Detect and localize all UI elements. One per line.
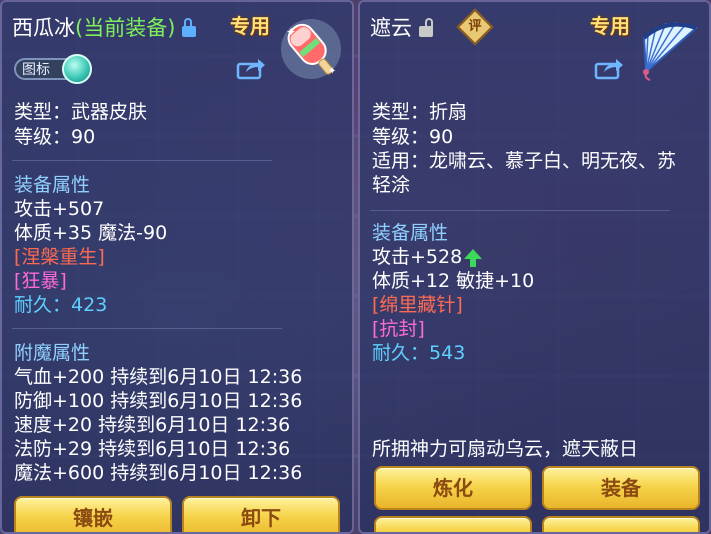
durability-value: 423 bbox=[71, 294, 108, 316]
enchant-line: 速度+20 持续到6月10日 12:36 bbox=[14, 414, 291, 436]
exclusive-tag: 专用 bbox=[590, 14, 630, 38]
level-line: 等级：90 bbox=[14, 126, 96, 148]
attr-line: 体质+12 敏捷+10 bbox=[372, 270, 535, 292]
attack-line: 攻击+528 bbox=[372, 245, 483, 269]
unlock-icon[interactable] bbox=[418, 17, 434, 37]
exclusive-tag: 专用 bbox=[230, 14, 270, 38]
stat-up-arrow-icon bbox=[464, 248, 483, 267]
durability-value: 543 bbox=[429, 342, 466, 364]
item-title-row: 西瓜冰 (当前装备) bbox=[12, 12, 197, 42]
item-name: 西瓜冰 bbox=[12, 16, 75, 40]
suitable-line-cont: 轻涂 bbox=[372, 174, 411, 196]
current-equipment-panel: 西瓜冰 (当前装备) 专用 图标 ✦ ✦ 类型：武器皮肤 等级：90 装备属性 … bbox=[0, 0, 354, 534]
durability-line: 耐久：543 bbox=[372, 341, 465, 365]
enchant-line: 防御+100 持续到6月10日 12:36 bbox=[14, 390, 303, 412]
item-name: 遮云 bbox=[370, 16, 412, 40]
share-icon[interactable] bbox=[236, 56, 266, 80]
type-line: 类型：折扇 bbox=[372, 101, 468, 123]
toggle-knob bbox=[62, 54, 92, 84]
divider bbox=[370, 210, 670, 211]
equipped-tag: (当前装备) bbox=[75, 16, 176, 40]
inlay-button[interactable]: 镶嵌 bbox=[14, 496, 172, 532]
enchant-line: 法防+29 持续到6月10日 12:36 bbox=[14, 438, 291, 460]
more-button[interactable] bbox=[374, 516, 532, 532]
divider bbox=[12, 160, 272, 161]
durability-label: 耐久： bbox=[372, 342, 430, 364]
icon-toggle[interactable]: 图标 bbox=[14, 54, 94, 84]
svg-text:✦: ✦ bbox=[328, 66, 336, 77]
type-line: 类型：武器皮肤 bbox=[14, 101, 148, 123]
attack-value: 攻击+528 bbox=[372, 246, 463, 268]
enchant-line: 气血+200 持续到6月10日 12:36 bbox=[14, 366, 303, 388]
unequip-button[interactable]: 卸下 bbox=[182, 496, 340, 532]
popsicle-weapon-icon: ✦ ✦ bbox=[281, 19, 341, 79]
suitable-line: 适用：龙啸云、慕子白、明无夜、苏 bbox=[372, 150, 677, 172]
special-effect: [绵里藏针] bbox=[372, 294, 463, 316]
equip-button[interactable]: 装备 bbox=[542, 466, 700, 510]
level-line: 等级：90 bbox=[372, 126, 454, 148]
special-skill: [狂暴] bbox=[14, 270, 67, 292]
enchant-line: 魔法+600 持续到6月10日 12:36 bbox=[14, 462, 303, 484]
special-skill: [抗封] bbox=[372, 318, 425, 340]
compare-equipment-panel: 遮云 评 专用 类型：折扇 等级：90 适用：龙啸云、慕子白、明无夜、苏 轻涂 … bbox=[358, 0, 711, 534]
durability-line: 耐久：423 bbox=[14, 293, 107, 317]
durability-label: 耐久： bbox=[14, 294, 72, 316]
toggle-label: 图标 bbox=[22, 62, 50, 78]
special-effect: [涅槃重生] bbox=[14, 246, 105, 268]
lock-icon[interactable] bbox=[181, 17, 197, 37]
more-button[interactable] bbox=[542, 516, 700, 532]
svg-text:✦: ✦ bbox=[286, 25, 296, 39]
item-title-row: 遮云 bbox=[370, 12, 434, 42]
enchant-header: 附魔属性 bbox=[14, 342, 91, 364]
evaluate-badge[interactable]: 评 bbox=[456, 8, 494, 46]
equip-attr-header: 装备属性 bbox=[14, 174, 91, 196]
attr-line: 攻击+507 bbox=[14, 198, 105, 220]
attr-line: 体质+35 魔法-90 bbox=[14, 222, 168, 244]
folding-fan-icon bbox=[642, 21, 698, 81]
evaluate-badge-label: 评 bbox=[468, 19, 482, 34]
divider bbox=[12, 328, 282, 329]
item-description: 所拥神力可扇动乌云，遮天蔽日 bbox=[372, 438, 639, 460]
share-icon[interactable] bbox=[594, 56, 624, 80]
equip-attr-header: 装备属性 bbox=[372, 222, 449, 244]
refine-button[interactable]: 炼化 bbox=[374, 466, 532, 510]
